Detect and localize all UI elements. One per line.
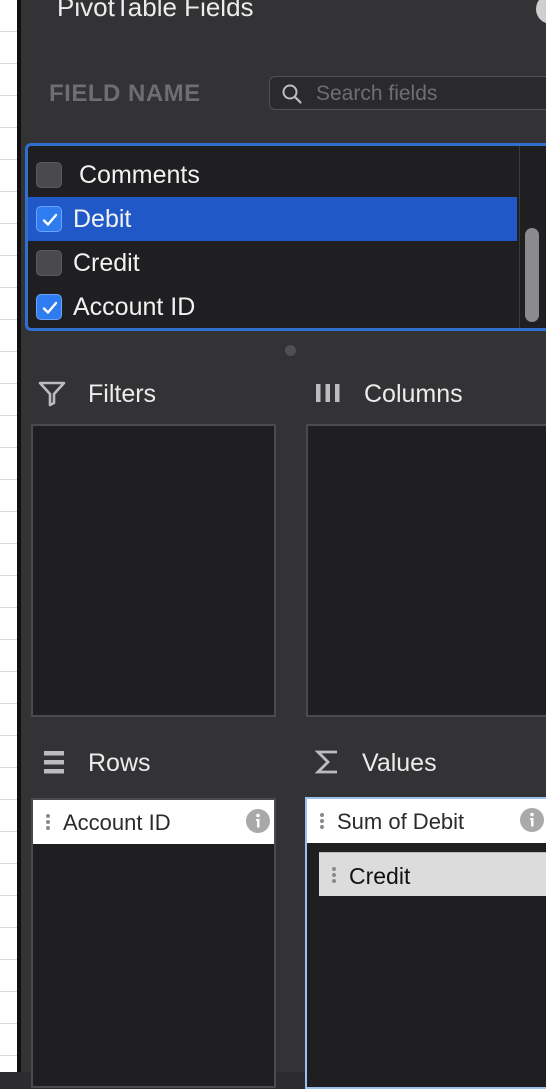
info-icon[interactable] bbox=[245, 808, 271, 834]
values-field-pill[interactable]: Sum of Debit bbox=[307, 799, 546, 843]
field-checkbox[interactable] bbox=[36, 162, 62, 188]
spreadsheet-grid-edge bbox=[0, 0, 17, 1072]
checkmark-icon bbox=[42, 213, 58, 226]
field-item-label: Debit bbox=[73, 205, 132, 233]
dragging-field-pill[interactable]: Credit bbox=[319, 852, 546, 896]
values-drop-zone[interactable]: Sum of Debit Credit bbox=[305, 797, 546, 1089]
filters-drop-zone[interactable] bbox=[31, 424, 276, 717]
checkmark-icon bbox=[42, 301, 58, 314]
scrollbar-thumb[interactable] bbox=[525, 228, 539, 322]
columns-drop-zone[interactable] bbox=[306, 424, 546, 717]
drag-handle-icon[interactable] bbox=[45, 813, 51, 831]
scrollbar-track[interactable] bbox=[519, 146, 520, 328]
close-button[interactable]: × bbox=[536, 0, 546, 24]
rows-title: Rows bbox=[88, 749, 151, 777]
field-item-label: Account ID bbox=[73, 293, 196, 321]
field-item-debit[interactable]: Debit bbox=[28, 197, 517, 241]
search-box[interactable] bbox=[269, 76, 546, 110]
splitter-handle[interactable] bbox=[285, 345, 296, 356]
panel-title: PivotTable Fields bbox=[57, 0, 254, 22]
filters-header: Filters bbox=[37, 374, 277, 414]
field-checkbox[interactable] bbox=[36, 250, 62, 276]
values-field-label: Sum of Debit bbox=[337, 809, 465, 834]
sigma-icon bbox=[314, 750, 337, 774]
field-checkbox[interactable] bbox=[36, 294, 62, 320]
pivottable-fields-panel: PivotTable Fields × FIELD NAME Comments … bbox=[21, 0, 546, 1089]
field-item-label: Credit bbox=[73, 249, 140, 277]
rows-icon bbox=[44, 751, 64, 774]
values-title: Values bbox=[362, 749, 437, 777]
columns-title: Columns bbox=[364, 380, 463, 408]
field-item-account-id[interactable]: Account ID bbox=[28, 285, 517, 328]
drag-handle-icon[interactable] bbox=[331, 866, 337, 884]
search-icon bbox=[282, 84, 302, 104]
rows-field-label: Account ID bbox=[63, 810, 171, 835]
columns-header: Columns bbox=[313, 374, 543, 414]
rows-field-pill[interactable]: Account ID bbox=[33, 800, 274, 844]
dragging-field-label: Credit bbox=[349, 863, 411, 889]
rows-drop-zone[interactable]: Account ID bbox=[31, 798, 276, 1088]
info-icon[interactable] bbox=[519, 807, 545, 833]
filters-title: Filters bbox=[88, 380, 157, 408]
field-checkbox[interactable] bbox=[36, 206, 62, 232]
filter-icon bbox=[38, 381, 66, 407]
field-list[interactable]: Comments Debit Credit Account ID bbox=[25, 143, 546, 331]
field-name-header: FIELD NAME bbox=[49, 80, 201, 107]
field-item-credit[interactable]: Credit bbox=[28, 241, 517, 285]
field-item-comments[interactable]: Comments bbox=[28, 153, 517, 197]
columns-icon bbox=[316, 384, 340, 402]
drag-handle-icon[interactable] bbox=[319, 812, 325, 830]
values-header: Values bbox=[313, 743, 543, 783]
search-input[interactable] bbox=[314, 80, 546, 108]
rows-header: Rows bbox=[41, 743, 271, 783]
field-item-label: Comments bbox=[79, 161, 200, 189]
